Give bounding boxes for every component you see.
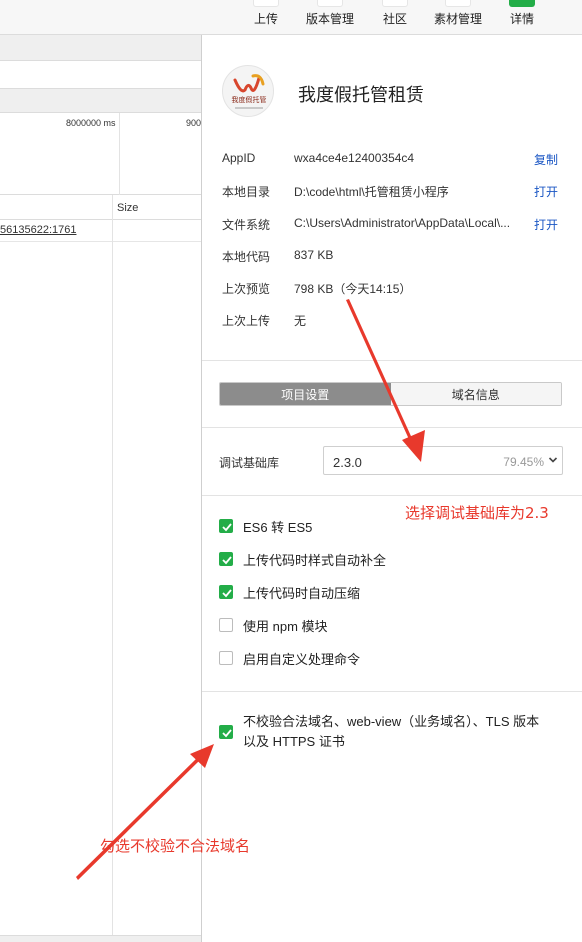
app-name: 我度假托管租赁 <box>298 85 424 105</box>
network-column-header: Size <box>0 195 201 220</box>
community-button[interactable]: 社区 <box>381 0 409 35</box>
style-autocomplete-label[interactable]: 上传代码时样式自动补全 <box>243 550 386 569</box>
request-initiator-link[interactable]: 56135622:1761 <box>0 224 76 236</box>
info-row-appid: AppID wxa4ce4e12400354c4 复制 <box>222 151 562 169</box>
details-icon <box>509 0 535 7</box>
divider <box>202 360 582 361</box>
column-divider <box>112 195 113 942</box>
material-management-button[interactable]: 素材管理 <box>433 0 483 35</box>
network-filter-input[interactable] <box>0 61 201 89</box>
skip-domain-check-checkbox[interactable] <box>219 725 233 739</box>
project-details-panel: 我度假托管 我度假托管租赁 AppID wxa4ce4e12400354c4 复… <box>201 35 582 942</box>
community-icon <box>382 0 408 7</box>
network-type-filter-bar[interactable] <box>0 89 201 113</box>
details-tabs: 项目设置 域名信息 <box>219 382 562 406</box>
divider <box>202 427 582 428</box>
open-file-system-link[interactable]: 打开 <box>534 216 558 233</box>
tab-domain-info[interactable]: 域名信息 <box>390 383 561 405</box>
upload-icon <box>253 0 279 7</box>
checkmark-icon <box>222 556 232 565</box>
upload-button[interactable]: 上传 <box>252 0 280 35</box>
copy-appid-link[interactable]: 复制 <box>534 151 558 168</box>
details-label: 详情 <box>509 12 534 26</box>
app-logo-text: 我度假托管 <box>232 95 267 104</box>
info-key: 本地目录 <box>222 185 271 199</box>
timeline-tick: 8000000 ms <box>66 118 116 128</box>
annotation-check-domain: 勾选不校验不合法域名 <box>100 837 251 855</box>
info-key: AppID <box>222 151 256 165</box>
timeline-gridline <box>119 113 120 195</box>
debug-lib-value: 2.3.0 <box>333 455 362 470</box>
open-local-dir-link[interactable]: 打开 <box>534 183 558 200</box>
network-timeline[interactable]: 8000000 ms 900 <box>0 113 201 195</box>
minify-on-upload-label[interactable]: 上传代码时自动压缩 <box>243 583 360 602</box>
network-status-bar <box>0 935 201 942</box>
network-panel: 8000000 ms 900 Size 56135622:1761 <box>0 35 201 942</box>
timeline-tick: 900 <box>186 118 201 128</box>
annotation-select-lib: 选择调试基础库为2.3 <box>405 504 549 522</box>
info-key: 上次预览 <box>222 282 271 296</box>
skip-domain-check-label[interactable]: 不校验合法域名、web-view（业务域名）、TLS 版本以及 HTTPS 证书 <box>243 712 543 752</box>
info-row-file-system: 文件系统 C:\Users\Administrator\AppData\Loca… <box>222 216 562 234</box>
checkmark-icon <box>222 523 232 532</box>
network-tab-bar[interactable] <box>0 35 201 61</box>
info-row-local-dir: 本地目录 D:\code\html\托管租赁小程序 打开 <box>222 183 562 201</box>
info-row-last-upload: 上次上传 无 <box>222 312 562 330</box>
version-label: 版本管理 <box>305 12 354 26</box>
material-label: 素材管理 <box>433 12 482 26</box>
version-icon <box>317 0 343 7</box>
checkmark-icon <box>222 589 232 598</box>
info-key: 文件系统 <box>222 218 271 232</box>
minify-on-upload-checkbox[interactable] <box>219 585 233 599</box>
checkmark-icon <box>222 729 232 738</box>
custom-command-label[interactable]: 启用自定义处理命令 <box>243 649 360 668</box>
top-toolbar: 上传 版本管理 社区 素材管理 详情 <box>0 0 582 35</box>
info-key: 上次上传 <box>222 314 271 328</box>
info-value: 837 KB <box>294 248 334 262</box>
es6-to-es5-label[interactable]: ES6 转 ES5 <box>243 517 312 536</box>
divider <box>202 495 582 496</box>
info-value: D:\code\html\托管租赁小程序 <box>294 185 449 199</box>
tab-project-settings[interactable]: 项目设置 <box>220 383 391 405</box>
custom-command-checkbox[interactable] <box>219 651 233 665</box>
debug-lib-percent: 79.45% <box>503 455 544 469</box>
info-value: wxa4ce4e12400354c4 <box>294 151 415 165</box>
info-row-local-code: 本地代码 837 KB <box>222 248 562 266</box>
info-value: C:\Users\Administrator\AppData\Local\... <box>294 216 511 230</box>
divider <box>202 691 582 692</box>
info-row-last-preview: 上次预览 798 KB（今天14:15） <box>222 280 562 298</box>
use-npm-checkbox[interactable] <box>219 618 233 632</box>
info-key: 本地代码 <box>222 250 271 264</box>
community-label: 社区 <box>382 12 407 26</box>
size-column-header[interactable]: Size <box>117 202 138 214</box>
version-management-button[interactable]: 版本管理 <box>305 0 355 35</box>
upload-label: 上传 <box>253 12 278 26</box>
debug-lib-label: 调试基础库 <box>219 456 280 470</box>
app-logo-icon: 我度假托管 <box>232 74 267 109</box>
es6-to-es5-checkbox[interactable] <box>219 519 233 533</box>
details-button[interactable]: 详情 <box>508 0 536 35</box>
chevron-down-icon <box>548 457 558 463</box>
style-autocomplete-checkbox[interactable] <box>219 552 233 566</box>
info-value: 无 <box>294 314 307 328</box>
app-logo: 我度假托管 <box>222 65 274 117</box>
ide-window: 上传 版本管理 社区 素材管理 详情 8000000 ms 900 Size 5… <box>0 0 582 942</box>
info-value: 798 KB（今天14:15） <box>294 282 412 296</box>
material-icon <box>445 0 471 7</box>
use-npm-label[interactable]: 使用 npm 模块 <box>243 616 328 635</box>
network-request-row[interactable]: 56135622:1761 <box>0 220 201 242</box>
debug-lib-select[interactable]: 2.3.0 79.45% <box>323 446 563 475</box>
